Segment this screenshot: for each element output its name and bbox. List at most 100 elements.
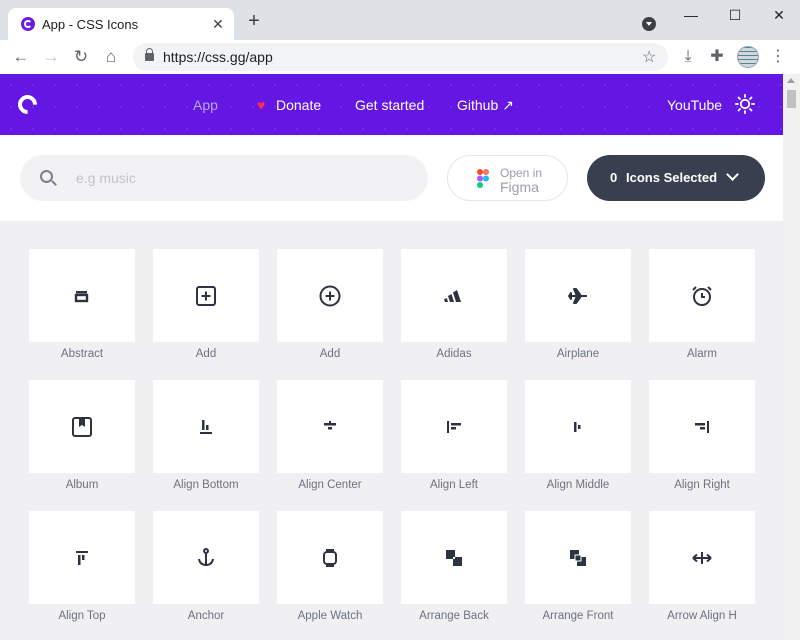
arrange-front-icon [570, 550, 586, 566]
extensions-icon[interactable]: ✚ [705, 45, 729, 69]
icon-card[interactable] [525, 380, 631, 473]
icon-item-arrow-align-h[interactable]: Arrow Align H [649, 511, 755, 622]
reload-icon[interactable]: ↻ [69, 45, 93, 69]
icon-item-align-center[interactable]: Align Center [277, 380, 383, 491]
page-scrollbar[interactable] [783, 74, 800, 640]
icon-card[interactable] [153, 249, 259, 342]
open-in-figma-button[interactable]: Open in Figma [447, 155, 568, 201]
icon-item-align-middle[interactable]: Align Middle [525, 380, 631, 491]
nav-link-app[interactable]: App [193, 97, 218, 113]
tab-close-button[interactable]: ✕ [210, 16, 226, 32]
icon-card[interactable] [401, 511, 507, 604]
icon-item-add-circle[interactable]: Add [277, 249, 383, 360]
icon-item-align-bottom[interactable]: Align Bottom [153, 380, 259, 491]
icon-item-airplane[interactable]: Airplane [525, 249, 631, 360]
icon-card[interactable] [29, 511, 135, 604]
new-tab-button[interactable]: + [244, 11, 264, 32]
css-gg-favicon-icon [21, 17, 35, 31]
icon-label: Album [65, 479, 99, 491]
icon-item-alarm[interactable]: Alarm [649, 249, 755, 360]
add-square-icon [196, 286, 216, 306]
icon-card[interactable] [29, 380, 135, 473]
back-icon[interactable]: ← [9, 45, 33, 69]
icon-label: Apple Watch [297, 610, 363, 622]
search-toolbar: Open in Figma 0 Icons Selected [0, 135, 783, 221]
nav-link-get-started[interactable]: Get started [355, 97, 424, 113]
icon-item-abstract[interactable]: Abstract [29, 249, 135, 360]
arrange-back-icon [446, 550, 462, 566]
profile-icon[interactable] [737, 46, 759, 68]
icon-item-anchor[interactable]: Anchor [153, 511, 259, 622]
icon-label: Align Bottom [173, 479, 239, 491]
tab-search-icon[interactable] [642, 17, 656, 31]
icon-label: Arrow Align H [667, 610, 737, 622]
figma-button-label: Figma [500, 179, 539, 195]
figma-button-caption: Open in [500, 166, 543, 180]
arrow-align-h-icon [692, 552, 712, 564]
icon-card[interactable] [649, 380, 755, 473]
icon-card[interactable] [277, 511, 383, 604]
icon-card[interactable] [649, 249, 755, 342]
adidas-icon [444, 290, 461, 302]
search-icon [40, 170, 53, 183]
search-input[interactable] [76, 163, 406, 193]
url-text[interactable]: https://css.gg/app [163, 49, 273, 65]
icon-card[interactable] [525, 249, 631, 342]
heart-icon: ♥ [257, 97, 266, 113]
icon-card[interactable] [649, 511, 755, 604]
icon-card[interactable] [401, 380, 507, 473]
selected-count: 0 [610, 170, 618, 185]
abstract-icon [74, 291, 89, 303]
external-arrow-icon: ↗ [502, 97, 514, 113]
search-box[interactable] [20, 155, 428, 201]
icon-item-apple-watch[interactable]: Apple Watch [277, 511, 383, 622]
icon-card[interactable] [277, 249, 383, 342]
site-header: App ♥ Donate Get started Github ↗ YouTube [0, 74, 783, 135]
tab-title: App - CSS Icons [42, 17, 139, 32]
close-window-button[interactable]: ✕ [764, 4, 794, 26]
css-gg-logo-icon[interactable] [14, 91, 41, 118]
icon-item-add-square[interactable]: Add [153, 249, 259, 360]
icon-card[interactable] [525, 511, 631, 604]
nav-link-github[interactable]: Github ↗ [457, 97, 514, 114]
icons-selected-dropdown[interactable]: 0 Icons Selected [587, 155, 765, 201]
scroll-up-icon[interactable] [787, 78, 795, 83]
icon-item-adidas[interactable]: Adidas [401, 249, 507, 360]
icon-card[interactable] [401, 249, 507, 342]
forward-icon[interactable]: → [39, 45, 63, 69]
add-circle-icon [319, 285, 341, 307]
icon-item-align-left[interactable]: Align Left [401, 380, 507, 491]
menu-icon[interactable]: ⋮ [766, 45, 790, 69]
icon-label: Arrange Back [419, 610, 489, 622]
lock-icon[interactable] [145, 48, 154, 61]
nav-link-donate[interactable]: ♥ Donate [257, 97, 321, 113]
download-icon[interactable]: ⤓ [676, 45, 700, 69]
align-bottom-icon [200, 420, 212, 434]
maximize-button[interactable]: ☐ [720, 4, 750, 26]
alarm-icon [692, 286, 712, 306]
icon-card[interactable] [153, 511, 259, 604]
nav-link-youtube[interactable]: YouTube [667, 97, 722, 113]
icon-item-arrange-back[interactable]: Arrange Back [401, 511, 507, 622]
icon-label: Anchor [187, 610, 225, 622]
icon-item-align-right[interactable]: Align Right [649, 380, 755, 491]
icon-item-album[interactable]: Album [29, 380, 135, 491]
scroll-thumb[interactable] [787, 90, 796, 108]
browser-toolbar: ← → ↻ ⌂ https://css.gg/app ☆ ⤓ ✚ ⋮ [0, 40, 800, 74]
icon-card[interactable] [153, 380, 259, 473]
home-icon[interactable]: ⌂ [99, 45, 123, 69]
align-right-icon [695, 421, 709, 433]
browser-tab[interactable]: App - CSS Icons ✕ [8, 8, 234, 40]
minimize-button[interactable]: — [676, 4, 706, 26]
tab-strip: App - CSS Icons ✕ + — ☐ ✕ [0, 0, 800, 40]
bookmark-star-icon[interactable]: ☆ [642, 47, 656, 67]
figma-icon [477, 169, 489, 188]
sun-icon[interactable] [735, 94, 755, 114]
selected-label: Icons Selected [626, 170, 718, 185]
icon-item-arrange-front[interactable]: Arrange Front [525, 511, 631, 622]
address-bar[interactable]: https://css.gg/app ☆ [133, 43, 668, 71]
icon-card[interactable] [29, 249, 135, 342]
icon-item-align-top[interactable]: Align Top [29, 511, 135, 622]
icon-card[interactable] [277, 380, 383, 473]
align-center-icon [324, 421, 336, 430]
